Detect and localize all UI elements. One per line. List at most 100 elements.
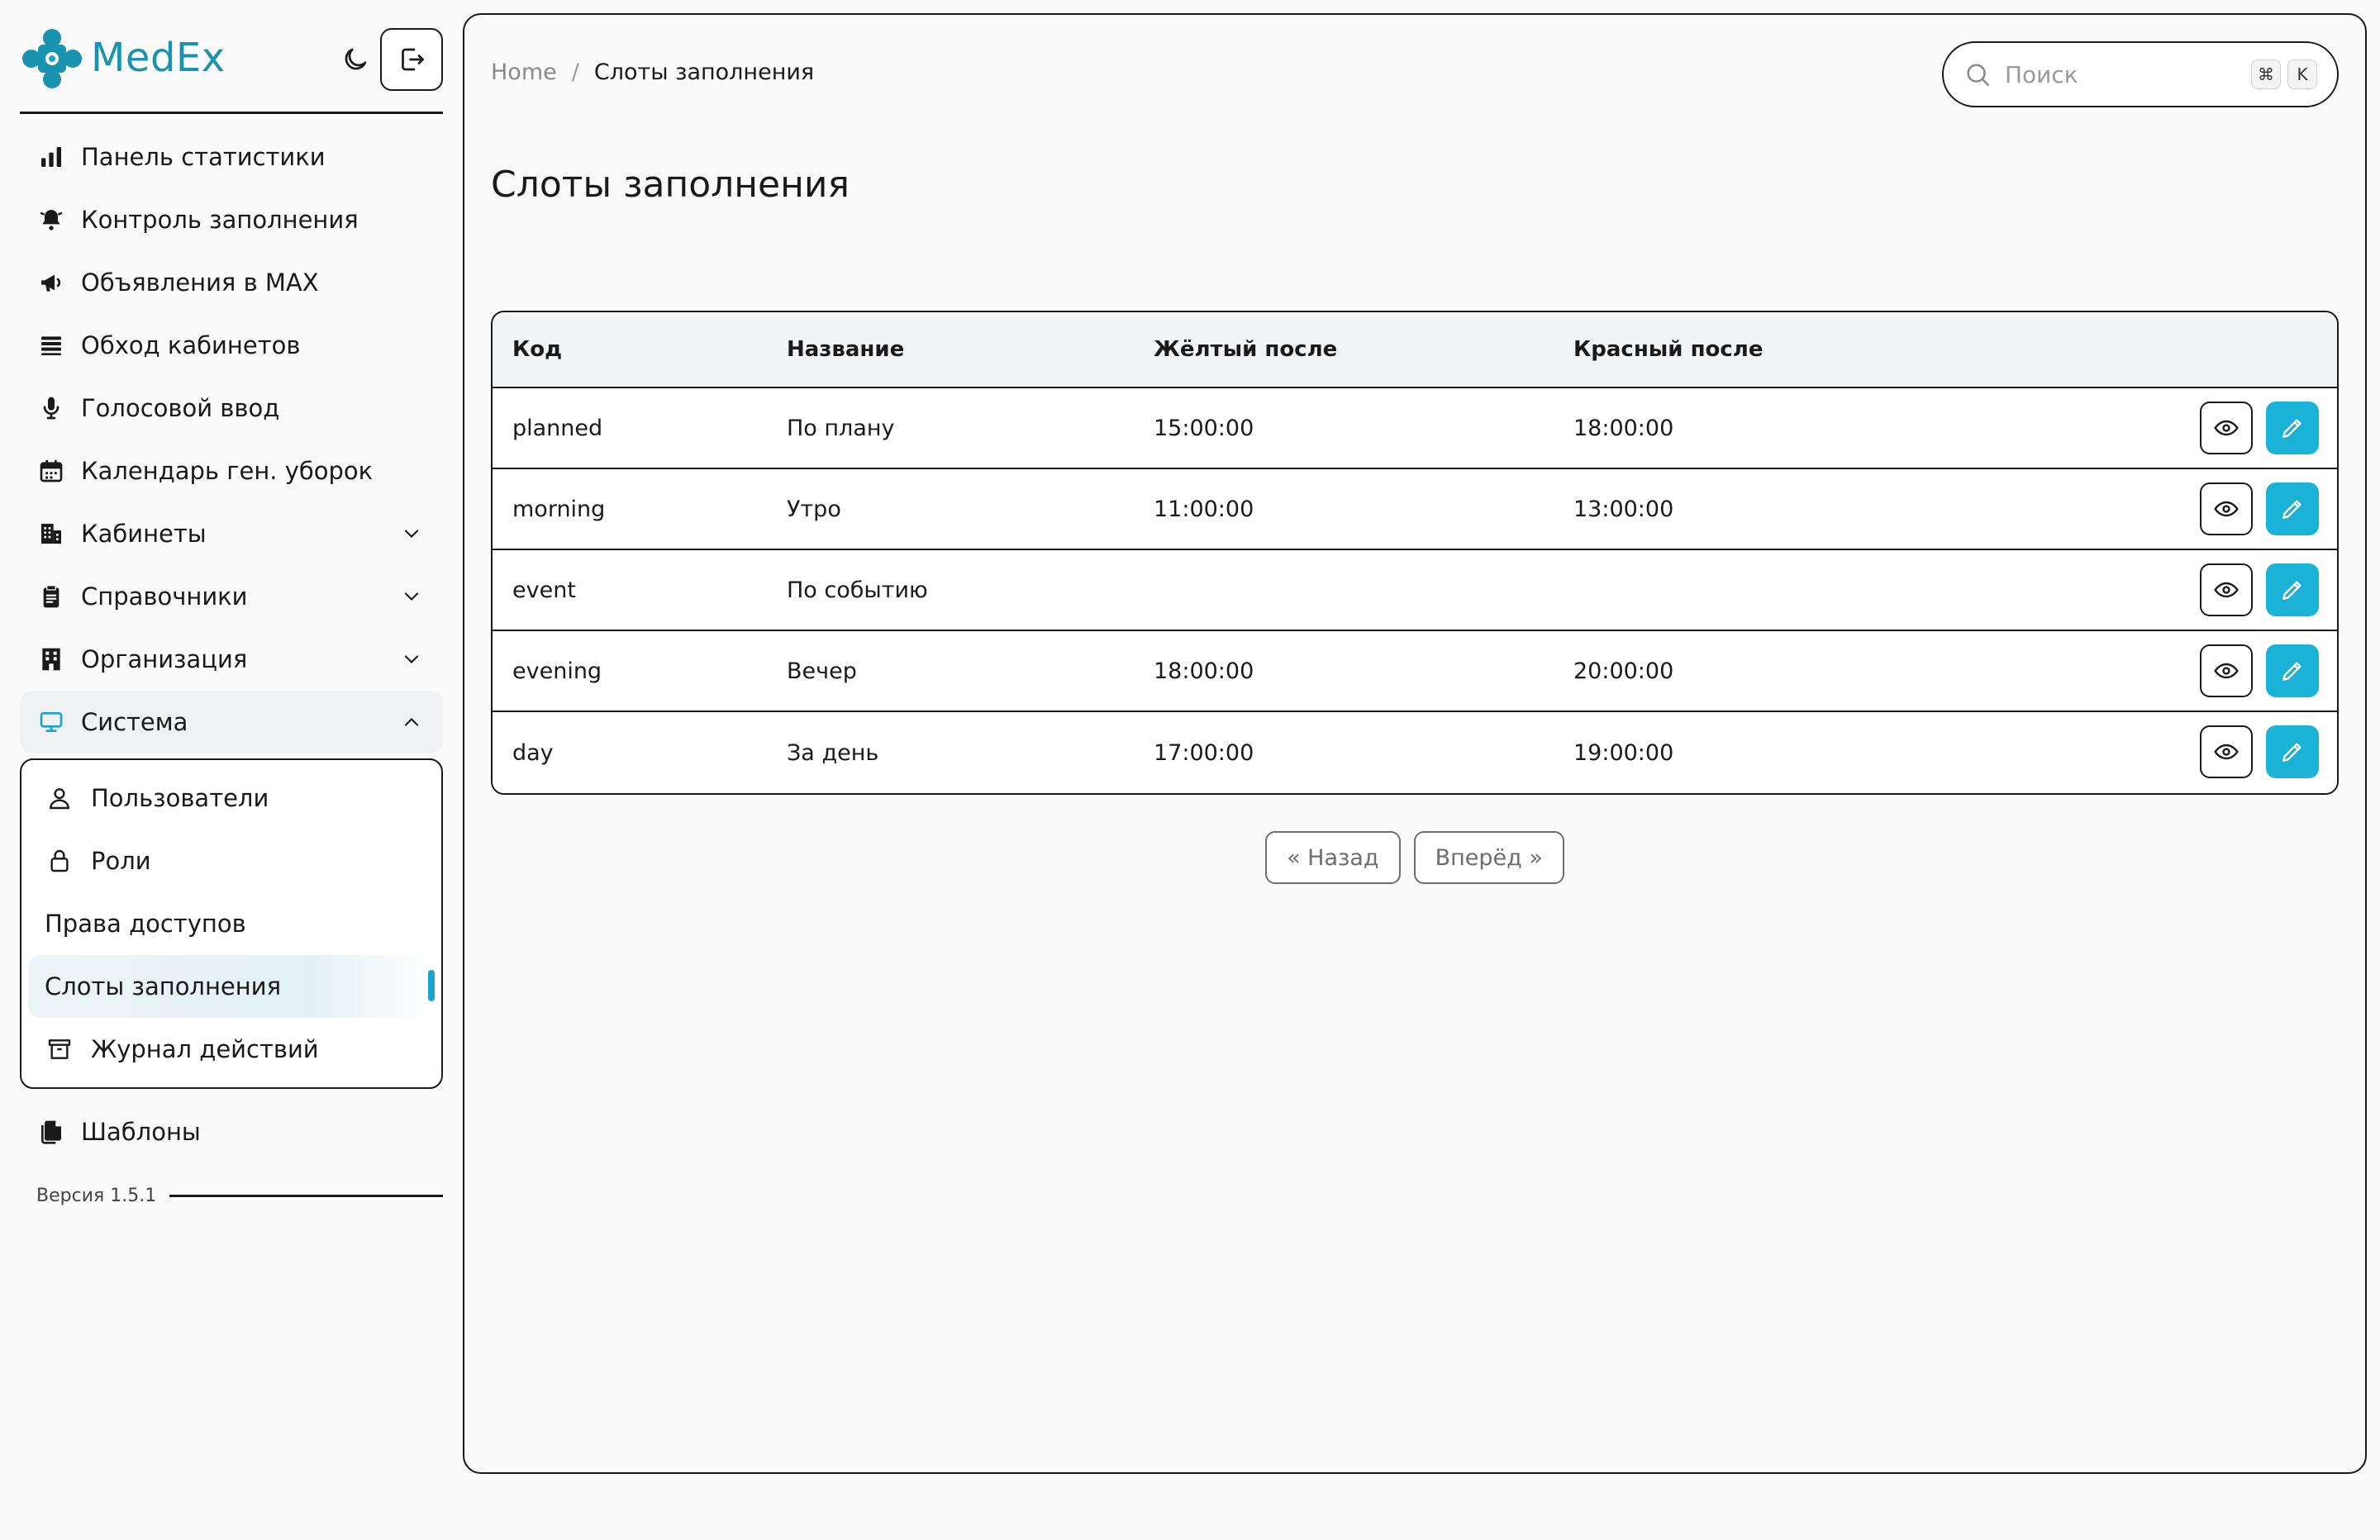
table-row: evening Вечер 18:00:00 20:00:00 <box>493 631 2337 712</box>
row-actions <box>2200 563 2319 616</box>
table-row: planned По плану 15:00:00 18:00:00 <box>493 388 2337 469</box>
sidebar-item-label: Обход кабинетов <box>81 331 301 359</box>
chevron-up-icon <box>404 718 419 726</box>
sidebar-item-voice-input[interactable]: Голосовой ввод <box>20 377 443 440</box>
eye-icon <box>2214 501 2239 517</box>
sidebar-item-label: Панель статистики <box>81 143 326 171</box>
submenu-item-label: Пользователи <box>91 784 269 812</box>
chevron-down-icon <box>404 592 419 601</box>
eye-icon <box>2214 744 2239 760</box>
cell-yellow-after: 15:00:00 <box>1154 415 1254 441</box>
sidebar-item-system[interactable]: Система <box>20 691 443 753</box>
bell-icon <box>36 205 66 235</box>
sidebar-item-label: Система <box>81 708 188 736</box>
chevron-down-icon <box>404 530 419 538</box>
logout-button[interactable] <box>380 28 443 91</box>
breadcrumb-home-link[interactable]: Home <box>491 59 557 85</box>
sidebar: MedEx Панель статистики Контроль заполне <box>20 15 443 1208</box>
version-label: Версия 1.5.1 <box>36 1185 157 1206</box>
brand-row: MedEx <box>20 15 443 114</box>
sidebar-item-label: Объявления в MAX <box>81 269 319 297</box>
submenu-item-label: Журнал действий <box>91 1035 319 1063</box>
search-input[interactable] <box>2005 60 2244 88</box>
sidebar-item-label: Контроль заполнения <box>81 206 359 234</box>
prev-page-button[interactable]: « Назад <box>1265 831 1401 884</box>
chevron-down-icon <box>404 655 419 663</box>
cell-code: event <box>512 577 576 603</box>
office-icon <box>36 644 66 674</box>
edit-button[interactable] <box>2266 644 2319 697</box>
search-box: ⌘ K <box>1942 41 2339 107</box>
archive-icon <box>45 1034 74 1064</box>
version-divider <box>169 1194 443 1197</box>
sidebar-item-statistics[interactable]: Панель статистики <box>20 126 443 188</box>
version-row: Версия 1.5.1 <box>20 1183 443 1208</box>
pagination: « Назад Вперёд » <box>464 831 2365 884</box>
sidebar-item-fill-control[interactable]: Контроль заполнения <box>20 188 443 251</box>
shortcut-k-key: K <box>2287 59 2317 89</box>
submenu-item-fill-slots[interactable]: Слоты заполнения <box>28 955 435 1018</box>
view-button[interactable] <box>2200 725 2253 778</box>
column-header-name: Название <box>787 337 905 362</box>
cell-yellow-after: 18:00:00 <box>1154 658 1254 684</box>
next-page-button[interactable]: Вперёд » <box>1413 831 1564 884</box>
submenu-item-users[interactable]: Пользователи <box>28 767 435 829</box>
column-header-red-after: Красный после <box>1573 337 1764 362</box>
documents-icon <box>36 1117 66 1147</box>
cell-yellow-after: 17:00:00 <box>1154 739 1254 766</box>
sidebar-item-cabinets[interactable]: Кабинеты <box>20 502 443 565</box>
sidebar-item-rounds[interactable]: Обход кабинетов <box>20 314 443 377</box>
submenu-item-label: Роли <box>91 847 151 875</box>
sidebar-item-organization[interactable]: Организация <box>20 628 443 691</box>
view-button[interactable] <box>2200 563 2253 616</box>
view-button[interactable] <box>2200 644 2253 697</box>
bar-chart-icon <box>36 142 66 172</box>
theme-toggle-button[interactable] <box>332 36 378 83</box>
sidebar-item-label: Голосовой ввод <box>81 394 280 422</box>
eye-icon <box>2214 663 2239 679</box>
submenu-item-label: Права доступов <box>45 910 246 938</box>
search-icon <box>1967 64 1990 87</box>
cell-yellow-after: 11:00:00 <box>1154 496 1254 522</box>
edit-button[interactable] <box>2266 725 2319 778</box>
list-icon <box>36 330 66 360</box>
pencil-icon <box>2282 419 2301 438</box>
slots-table: Код Название Жёлтый после Красный после … <box>491 311 2339 795</box>
system-submenu: Пользователи Роли Права доступов Слоты з… <box>20 758 443 1089</box>
column-header-yellow-after: Жёлтый после <box>1154 337 1338 362</box>
view-button[interactable] <box>2200 482 2253 535</box>
cell-red-after: 20:00:00 <box>1573 658 1674 684</box>
clipboard-icon <box>36 582 66 611</box>
pencil-icon <box>2282 581 2301 600</box>
edit-button[interactable] <box>2266 402 2319 454</box>
cell-red-after: 19:00:00 <box>1573 739 1674 766</box>
cell-red-after: 13:00:00 <box>1573 496 1674 522</box>
sidebar-item-label: Кабинеты <box>81 520 207 548</box>
submenu-item-roles[interactable]: Роли <box>28 829 435 892</box>
row-actions <box>2200 725 2319 778</box>
cell-code: planned <box>512 415 603 441</box>
row-actions <box>2200 482 2319 535</box>
sidebar-item-directories[interactable]: Справочники <box>20 565 443 628</box>
calendar-icon <box>36 456 66 486</box>
submenu-item-access-rights[interactable]: Права доступов <box>28 892 435 955</box>
microphone-icon <box>36 393 66 423</box>
sidebar-item-label: Справочники <box>81 582 248 611</box>
brand-divider <box>20 112 443 114</box>
cell-red-after: 18:00:00 <box>1573 415 1674 441</box>
sidebar-nav: Панель статистики Контроль заполнения Об… <box>20 126 443 1163</box>
view-button[interactable] <box>2200 402 2253 454</box>
lock-icon <box>45 846 74 876</box>
sidebar-item-cleaning-calendar[interactable]: Календарь ген. уборок <box>20 440 443 502</box>
submenu-item-action-log[interactable]: Журнал действий <box>28 1018 435 1081</box>
sidebar-item-announcements[interactable]: Объявления в MAX <box>20 251 443 314</box>
logout-icon <box>402 48 424 71</box>
edit-button[interactable] <box>2266 482 2319 535</box>
table-row: morning Утро 11:00:00 13:00:00 <box>493 469 2337 550</box>
building-icon <box>36 519 66 549</box>
edit-button[interactable] <box>2266 563 2319 616</box>
submenu-item-label: Слоты заполнения <box>45 972 282 1001</box>
sidebar-item-templates[interactable]: Шаблоны <box>20 1100 443 1163</box>
row-actions <box>2200 644 2319 697</box>
shortcut-mod-key: ⌘ <box>2251 59 2281 89</box>
